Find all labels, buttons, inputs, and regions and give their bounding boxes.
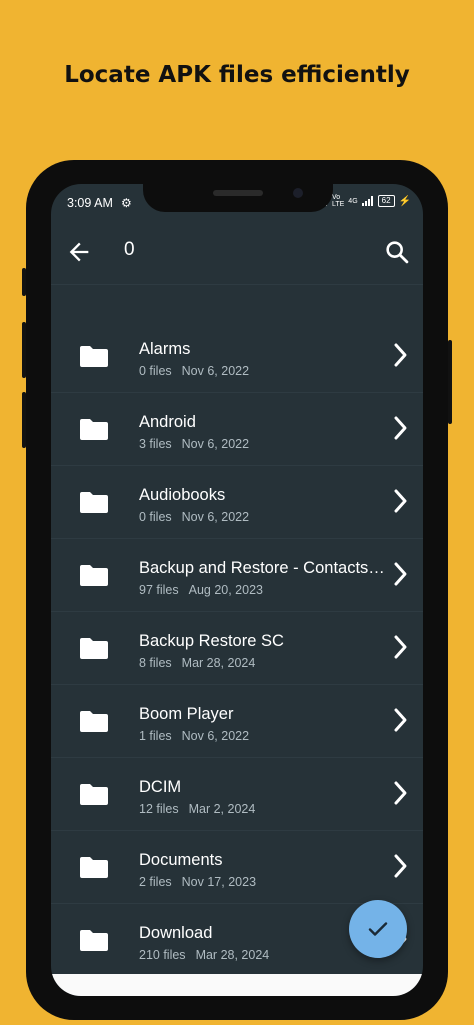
- folder-row[interactable]: Audiobooks 0 files Nov 6, 2022: [51, 466, 423, 539]
- folder-row[interactable]: Backup Restore SC 8 files Mar 28, 2024: [51, 612, 423, 685]
- file-count: 12 files: [139, 802, 179, 816]
- file-count: 2 files: [139, 875, 172, 889]
- folder-icon: [80, 930, 108, 951]
- volte-icon: Vo LTE: [331, 194, 345, 208]
- folder-name: DCIM: [139, 778, 182, 796]
- folder-date: Nov 6, 2022: [181, 510, 250, 524]
- chevron-right-icon[interactable]: [391, 561, 411, 587]
- folder-row[interactable]: Documents 2 files Nov 17, 2023: [51, 831, 423, 904]
- volume-up-button: [22, 322, 26, 378]
- folder-icon: [80, 711, 108, 732]
- file-count: 0 files: [139, 510, 172, 524]
- headline: Locate APK files efficiently: [64, 62, 410, 88]
- folder-name: Backup Restore SC: [139, 632, 284, 650]
- folder-date: Nov 6, 2022: [181, 364, 250, 378]
- charging-icon: ⚡: [398, 195, 411, 207]
- folder-meta: 12 files Mar 2, 2024: [139, 802, 255, 816]
- file-count: 97 files: [139, 583, 179, 597]
- folder-date: Nov 6, 2022: [181, 437, 250, 451]
- file-count: 0 files: [139, 364, 172, 378]
- check-icon: [368, 922, 388, 936]
- front-camera: [293, 188, 303, 198]
- folder-meta: 8 files Mar 28, 2024: [139, 656, 255, 670]
- folder-meta: 0 files Nov 6, 2022: [139, 364, 249, 378]
- divider: [51, 284, 423, 285]
- folder-row[interactable]: Boom Player 1 files Nov 6, 2022: [51, 685, 423, 758]
- folder-meta: 3 files Nov 6, 2022: [139, 437, 249, 451]
- folder-name: Documents: [139, 851, 223, 869]
- folder-date: Mar 28, 2024: [195, 948, 270, 962]
- volume-down-button: [22, 392, 26, 448]
- power-button: [448, 340, 452, 424]
- folder-date: Nov 17, 2023: [181, 875, 257, 889]
- folder-icon: [80, 784, 108, 805]
- folder-name: Boom Player: [139, 705, 234, 723]
- file-count: 8 files: [139, 656, 172, 670]
- chevron-right-icon[interactable]: [391, 488, 411, 514]
- status-time: 3:09 AM: [67, 196, 113, 210]
- folder-meta: 0 files Nov 6, 2022: [139, 510, 249, 524]
- folder-list: Alarms 0 files Nov 6, 2022 Android 3 files No…: [51, 320, 423, 977]
- chevron-right-icon[interactable]: [391, 415, 411, 441]
- folder-meta: 210 files Mar 28, 2024: [139, 948, 269, 962]
- chevron-right-icon[interactable]: [391, 853, 411, 879]
- file-count: 3 files: [139, 437, 172, 451]
- folder-icon: [80, 857, 108, 878]
- folder-meta: 2 files Nov 17, 2023: [139, 875, 256, 889]
- folder-meta: 97 files Aug 20, 2023: [139, 583, 263, 597]
- notch: [143, 184, 333, 212]
- search-icon[interactable]: [383, 238, 411, 266]
- folder-icon: [80, 419, 108, 440]
- navigation-bar: [51, 974, 423, 996]
- folder-date: Mar 28, 2024: [181, 656, 256, 670]
- folder-row[interactable]: Backup and Restore - Contacts and... 97 f…: [51, 539, 423, 612]
- volume-button: [22, 268, 26, 296]
- folder-row[interactable]: Alarms 0 files Nov 6, 2022: [51, 320, 423, 393]
- folder-name: Alarms: [139, 340, 191, 358]
- folder-name: Audiobooks: [139, 486, 226, 504]
- chevron-right-icon[interactable]: [391, 342, 411, 368]
- folder-icon: [80, 638, 108, 659]
- folder-icon: [80, 565, 108, 586]
- folder-icon: [80, 492, 108, 513]
- folder-name: Android: [139, 413, 196, 431]
- settings-icon: ⚙: [121, 196, 132, 210]
- search-query[interactable]: 0: [124, 239, 135, 261]
- file-count: 210 files: [139, 948, 186, 962]
- confirm-fab[interactable]: [349, 900, 407, 958]
- chevron-right-icon[interactable]: [391, 780, 411, 806]
- folder-row[interactable]: Android 3 files Nov 6, 2022: [51, 393, 423, 466]
- network-type: 4G: [348, 197, 358, 205]
- folder-meta: 1 files Nov 6, 2022: [139, 729, 249, 743]
- chevron-right-icon[interactable]: [391, 634, 411, 660]
- folder-date: Nov 6, 2022: [181, 729, 250, 743]
- speaker: [213, 190, 263, 196]
- file-count: 1 files: [139, 729, 172, 743]
- folder-date: Mar 2, 2024: [188, 802, 256, 816]
- arrow-left-icon[interactable]: [65, 238, 93, 266]
- phone-screen: 3:09 AM ⚙ VoLTE 4G 62 ⚡ 0 Alarms0 file: [51, 184, 423, 996]
- battery-icon: 62: [377, 195, 395, 207]
- folder-icon: [80, 346, 108, 367]
- folder-date: Aug 20, 2023: [188, 583, 263, 597]
- chevron-right-icon[interactable]: [391, 707, 411, 733]
- folder-name: Backup and Restore - Contacts and...: [139, 559, 389, 577]
- folder-row[interactable]: DCIM 12 files Mar 2, 2024: [51, 758, 423, 831]
- signal-icon-2: [361, 196, 374, 206]
- app-bar: 0: [51, 220, 423, 284]
